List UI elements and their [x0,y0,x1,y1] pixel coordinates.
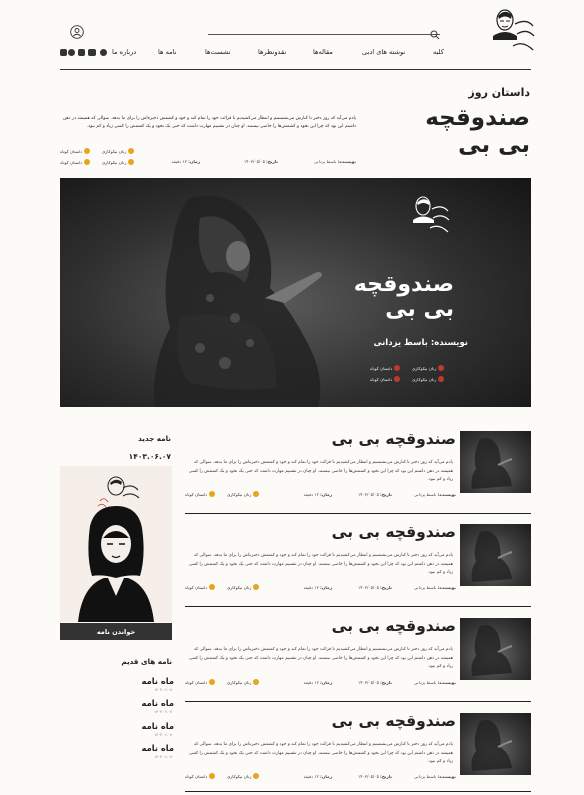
hero-image[interactable] [60,178,531,407]
old-letter-title[interactable]: ماه نامه [142,721,174,731]
article-author: نویسنده: باسط یزدانی [413,774,456,779]
article-thumbnail[interactable] [460,431,531,493]
article-excerpt: یادم می‌آید که روز دختر تا کنارش می‌نشست… [188,553,453,575]
read-letter-button[interactable]: خواندن نامه [60,623,172,640]
article-thumbnail[interactable] [460,713,531,775]
tag-short-story[interactable]: داستان کوتاه [185,679,216,685]
tag-benefactor-women[interactable]: زنان نیکوکاری [102,159,135,165]
instagram-icon[interactable] [78,49,85,56]
tag-benefactor-women[interactable]: زنان نیکوکاری [227,584,260,590]
new-letter-title: نامه جدید [138,434,171,443]
nav-articles[interactable]: مقاله‌ها [313,48,333,56]
featured-title[interactable]: صندوقچه بی بی [410,105,530,159]
old-letter-title[interactable]: ماه نامه [142,698,174,708]
article-title[interactable]: صندوقچه بی بی [332,430,456,448]
article-thumbnail[interactable] [460,618,531,680]
newsletter-poster[interactable] [60,466,172,622]
old-letter-date: ۱۴۰۳.۰۶.۰۷ [154,733,172,737]
search-icon[interactable] [430,25,440,40]
article-time: زمان: ۱۲ دقیقه [303,774,333,779]
tag-short-story[interactable]: داستان کوتاه [185,584,216,590]
article-title[interactable]: صندوقچه بی بی [332,712,456,730]
article-author: نویسنده: باسط یزدانی [413,680,456,685]
tag-short-story[interactable]: داستان کوتاه [185,491,216,497]
header-divider [60,69,531,70]
youtube-icon[interactable] [88,49,96,56]
tag-short-story[interactable]: داستان کوتاه [185,773,216,779]
article-date: تاریخ: ۱۴۰۳/۰۵/۰۵ [358,774,392,779]
hero-author: نویسنده: باسط یزدانی [373,338,469,348]
article-date: تاریخ: ۱۴۰۳/۰۵/۰۵ [358,585,392,590]
hero-tag-short-story[interactable]: داستان کوتاه [370,365,401,371]
old-letter-date: ۱۴۰۳.۰۶.۰۷ [154,710,172,714]
nav-about[interactable]: درباره ما [112,48,136,56]
article-thumbnail[interactable] [460,524,531,586]
article-date: تاریخ: ۱۴۰۳/۰۵/۰۵ [358,492,392,497]
hero-title[interactable]: صندوقچه بی بی [344,272,454,322]
user-account-icon[interactable] [70,24,84,39]
tag-short-story[interactable]: داستان کوتاه [60,159,91,165]
article-excerpt: یادم می‌آید که روز دختر تا کنارش می‌نشست… [188,742,453,764]
article-excerpt: یادم می‌آید که روز دختر تا کنارش می‌نشست… [188,460,453,482]
search-input[interactable] [208,34,440,35]
old-letters-title: نامه های قدیم [121,657,172,666]
site-logo[interactable] [487,6,537,58]
woman-sitting-photo [154,196,322,407]
hero-tag-short-story[interactable]: داستان کوتاه [370,376,401,382]
new-letter-date: ۱۴۰۳.۰۶.۰۷ [128,452,171,461]
article-divider [185,791,531,792]
article-title[interactable]: صندوقچه بی بی [332,523,456,541]
old-letter-title[interactable]: ماه نامه [142,676,174,686]
article-time: زمان: ۱۲ دقیقه [303,680,333,685]
article-divider [185,606,531,607]
nav-sessions[interactable]: نشست‌ها [205,48,231,56]
article-excerpt: یادم می‌آید که روز دختر تا کنارش می‌نشست… [188,647,453,669]
featured-time: زمان: ۱۲ دقیقه [171,159,201,164]
facebook-icon[interactable] [60,49,67,56]
telegram-icon[interactable] [100,49,107,56]
nav-reviews[interactable]: نقدونظرها [258,48,286,56]
article-author: نویسنده: باسط یزدانی [413,585,456,590]
old-letter-title[interactable]: ماه نامه [142,743,174,753]
tag-benefactor-women[interactable]: زنان نیکوکاری [102,148,135,154]
old-letter-date: ۱۴۰۳.۰۶.۰۷ [154,755,172,759]
whatsapp-icon[interactable] [68,49,75,56]
featured-author: نویسنده: باسط یزدانی [313,159,356,164]
nav-home[interactable]: کلبه [433,48,444,56]
tag-benefactor-women[interactable]: زنان نیکوکاری [227,491,260,497]
article-title[interactable]: صندوقچه بی بی [332,617,456,635]
hero-logo [408,194,452,238]
article-divider [185,513,531,514]
nav-letters[interactable]: نامه ها [158,48,177,56]
hero-tag-benefactor-women[interactable]: زنان نیکوکاری [412,365,445,371]
section-title: داستان روز [468,86,530,99]
hero-tag-benefactor-women[interactable]: زنان نیکوکاری [412,376,445,382]
article-time: زمان: ۱۲ دقیقه [303,492,333,497]
tag-benefactor-women[interactable]: زنان نیکوکاری [227,773,260,779]
tag-short-story[interactable]: داستان کوتاه [60,148,91,154]
featured-date: تاریخ: ۱۴۰۳/۰۵/۰۵ [244,159,278,164]
old-letter-date: ۱۴۰۳.۰۶.۰۷ [154,688,172,692]
article-date: تاریخ: ۱۴۰۳/۰۵/۰۵ [358,680,392,685]
nav-literary-writings[interactable]: نوشته های ادبی [362,48,405,56]
article-time: زمان: ۱۲ دقیقه [303,585,333,590]
tag-benefactor-women[interactable]: زنان نیکوکاری [227,679,260,685]
article-divider [185,701,531,702]
featured-excerpt: یادم می‌آید که روز دختر تا کنارش می‌نشست… [62,116,356,129]
article-author: نویسنده: باسط یزدانی [413,492,456,497]
